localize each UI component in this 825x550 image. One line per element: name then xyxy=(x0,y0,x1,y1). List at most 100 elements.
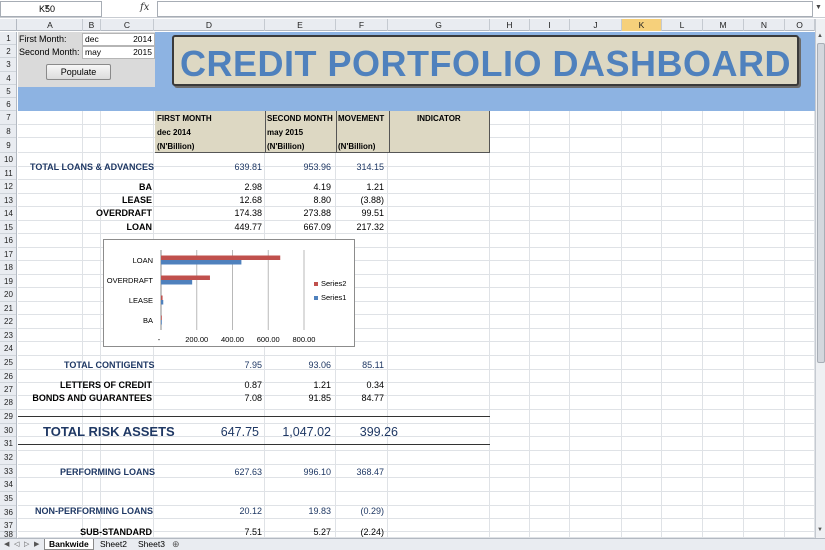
row-header-35[interactable]: 35 xyxy=(0,492,16,506)
row-header-14[interactable]: 14 xyxy=(0,207,16,221)
header-divider xyxy=(336,111,337,153)
row-header-29[interactable]: 29 xyxy=(0,410,16,424)
function-icon[interactable]: fx xyxy=(140,2,149,13)
column-header-l[interactable]: L xyxy=(662,19,703,31)
row-header-3[interactable]: 3 xyxy=(0,58,16,72)
column-header-f[interactable]: F xyxy=(336,19,388,31)
column-header-h[interactable]: H xyxy=(490,19,530,31)
total-loans-first: 639.81 xyxy=(234,162,262,172)
grid-row-line xyxy=(18,193,815,194)
total-risk-second: 1,047.02 xyxy=(282,425,331,439)
row-header-16[interactable]: 16 xyxy=(0,234,16,248)
letters-of-credit-first: 0.87 xyxy=(244,380,262,390)
vertical-scrollbar[interactable]: ▲ ▼ xyxy=(815,19,825,538)
column-header-b[interactable]: B xyxy=(83,19,101,31)
scrollbar-thumb[interactable] xyxy=(817,43,825,363)
column-header-a[interactable]: A xyxy=(18,19,83,31)
row-header-33[interactable]: 33 xyxy=(0,465,16,478)
second-year-value: 2015 xyxy=(133,47,152,57)
lease-first: 12.68 xyxy=(239,195,262,205)
second-month-input[interactable]: may 2015 xyxy=(82,46,155,59)
row-header-36[interactable]: 36 xyxy=(0,506,16,519)
chart-bar-series2 xyxy=(161,275,210,280)
row-header-27[interactable]: 27 xyxy=(0,383,16,396)
column-header-o[interactable]: O xyxy=(785,19,815,31)
scroll-up-icon[interactable]: ▲ xyxy=(817,33,823,39)
row-header-24[interactable]: 24 xyxy=(0,342,16,356)
dashboard-title-box: CREDIT PORTFOLIO DASHBOARD xyxy=(172,35,799,86)
row-header-2[interactable]: 2 xyxy=(0,45,16,58)
next-sheet-icon[interactable]: ▷ xyxy=(24,540,29,548)
first-sheet-icon[interactable]: ◀ xyxy=(4,540,9,548)
column-header-c[interactable]: C xyxy=(101,19,154,31)
row-header-17[interactable]: 17 xyxy=(0,248,16,261)
chart-x-tick-label: 800.00 xyxy=(293,335,316,344)
row-header-15[interactable]: 15 xyxy=(0,221,16,234)
row-header-28[interactable]: 28 xyxy=(0,396,16,410)
row-header-30[interactable]: 30 xyxy=(0,424,16,437)
first-month-label: First Month: xyxy=(19,34,67,44)
loan-first: 449.77 xyxy=(234,222,262,232)
prev-sheet-icon[interactable]: ◁ xyxy=(14,540,19,548)
row-header-18[interactable]: 18 xyxy=(0,261,16,275)
column-header-k[interactable]: K xyxy=(622,19,662,31)
formula-bar: K50 ▼ fx ▼ xyxy=(0,0,825,18)
chevron-down-icon[interactable]: ▼ xyxy=(1,4,93,11)
header-second-period: may 2015 xyxy=(267,128,304,137)
sheet-tab-sheet3[interactable]: Sheet3 xyxy=(134,539,169,550)
header-first-period: dec 2014 xyxy=(157,128,191,137)
bonds-second: 91.85 xyxy=(308,393,331,403)
grid-row-line xyxy=(18,233,815,234)
sheet-grid[interactable]: First Month: dec 2014 Second Month: may … xyxy=(18,32,815,538)
row-header-25[interactable]: 25 xyxy=(0,356,16,370)
row-header-6[interactable]: 6 xyxy=(0,98,16,111)
row-header-9[interactable]: 9 xyxy=(0,138,16,153)
column-header-m[interactable]: M xyxy=(703,19,744,31)
last-sheet-icon[interactable]: ▶ xyxy=(34,540,39,548)
column-header-i[interactable]: I xyxy=(530,19,570,31)
row-header-7[interactable]: 7 xyxy=(0,111,16,125)
row-header-22[interactable]: 22 xyxy=(0,315,16,329)
sheet-tab-bankwide[interactable]: Bankwide xyxy=(44,539,94,550)
row-header-1[interactable]: 1 xyxy=(0,32,16,45)
populate-button[interactable]: Populate xyxy=(46,64,111,80)
spreadsheet-window: K50 ▼ fx ▼ ABCDEFGHIJKLMNO 1 2 3 4 5 6 7 8 9 10 11… xyxy=(0,0,825,550)
row-header-26[interactable]: 26 xyxy=(0,370,16,383)
chart-legend-label: Series1 xyxy=(321,293,346,302)
row-header-23[interactable]: 23 xyxy=(0,329,16,342)
loans-bar-chart[interactable]: - 200.00 400.00 600.00 800.00 BA LEASE OVERDRAF… xyxy=(103,239,355,347)
sheet-tab-sheet2[interactable]: Sheet2 xyxy=(96,539,131,550)
row-header-34[interactable]: 34 xyxy=(0,478,16,492)
expand-formula-icon[interactable]: ▼ xyxy=(815,4,822,11)
insert-sheet-icon[interactable]: ⊕ xyxy=(172,539,180,550)
row-header-32[interactable]: 32 xyxy=(0,451,16,465)
grid-row-line xyxy=(18,355,815,356)
row-header-12[interactable]: 12 xyxy=(0,180,16,194)
row-header-5[interactable]: 5 xyxy=(0,85,16,98)
row-header-20[interactable]: 20 xyxy=(0,288,16,302)
formula-input[interactable] xyxy=(157,1,813,17)
column-header-d[interactable]: D xyxy=(154,19,265,31)
header-second-month: SECOND MONTH xyxy=(267,114,333,123)
row-header-21[interactable]: 21 xyxy=(0,302,16,315)
column-header-j[interactable]: J xyxy=(570,19,622,31)
row-header-4[interactable]: 4 xyxy=(0,72,16,85)
select-all-corner[interactable] xyxy=(0,19,17,31)
total-loans-label: TOTAL LOANS & ADVANCES xyxy=(30,162,155,172)
row-header-8[interactable]: 8 xyxy=(0,125,16,138)
name-box[interactable]: K50 ▼ xyxy=(0,1,102,17)
column-header-n[interactable]: N xyxy=(744,19,785,31)
chart-x-tick-label: 600.00 xyxy=(257,335,280,344)
row-header-10[interactable]: 10 xyxy=(0,153,16,167)
grid-row-line xyxy=(18,409,815,410)
row-header-13[interactable]: 13 xyxy=(0,194,16,207)
column-header-g[interactable]: G xyxy=(388,19,490,31)
row-header-11[interactable]: 11 xyxy=(0,167,16,180)
row-header-19[interactable]: 19 xyxy=(0,275,16,288)
first-month-input[interactable]: dec 2014 xyxy=(82,33,155,46)
column-header-e[interactable]: E xyxy=(265,19,336,31)
row-header-31[interactable]: 31 xyxy=(0,437,16,451)
scroll-down-icon[interactable]: ▼ xyxy=(817,527,823,533)
sub-standard-label: SUB-STANDARD xyxy=(80,527,152,537)
non-performing-label: NON-PERFORMING LOANS xyxy=(35,506,153,516)
